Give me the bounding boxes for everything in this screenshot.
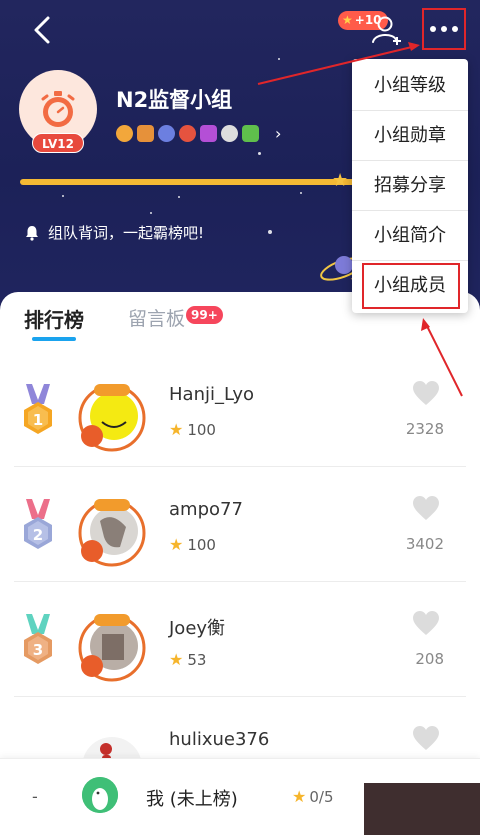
back-arrow-icon[interactable] xyxy=(28,14,58,46)
background-star xyxy=(62,195,64,197)
my-points-value: 0/5 xyxy=(309,787,334,806)
stopwatch-icon xyxy=(41,91,75,127)
member-name: ampo77 xyxy=(169,499,243,520)
bell-icon xyxy=(26,225,38,241)
tab-ranking[interactable]: 排行榜 xyxy=(24,304,84,341)
ranking-panel: 排行榜 留言板 99+ 1 Hanji_Lyo ★ 100 2328 2 amp… xyxy=(0,292,480,835)
my-points: ★ 0/5 xyxy=(292,787,333,806)
member-points-value: 100 xyxy=(187,420,216,439)
avatar[interactable] xyxy=(76,497,146,567)
member-points-value: 100 xyxy=(187,535,216,554)
background-star xyxy=(278,58,280,60)
star-icon: ★ xyxy=(169,650,184,669)
tab-message-board-label: 留言板 xyxy=(128,308,186,330)
background-star xyxy=(300,192,302,194)
heart-icon[interactable] xyxy=(412,610,440,636)
star-icon: ★ xyxy=(169,420,184,439)
rank-number-label: 2 xyxy=(33,526,43,544)
more-options-button[interactable] xyxy=(422,8,466,50)
menu-item-group-intro[interactable]: 小组简介 xyxy=(352,211,468,261)
heart-icon[interactable] xyxy=(412,380,440,406)
tab-ranking-label: 排行榜 xyxy=(24,308,84,332)
list-item[interactable]: 3 Joey衡 ★ 53 208 xyxy=(0,582,480,697)
like-count: 2328 xyxy=(405,420,444,438)
rank-number-label: 3 xyxy=(33,641,43,659)
member-name: Joey衡 xyxy=(169,618,226,639)
avatar[interactable] xyxy=(76,382,146,452)
medal-icon xyxy=(158,125,175,142)
like-count: 3402 xyxy=(405,535,444,553)
member-name: hulixue376 xyxy=(169,729,270,750)
medal-icon xyxy=(179,125,196,142)
avatar[interactable] xyxy=(82,777,118,813)
my-rank-label: - xyxy=(32,787,38,806)
menu-item-recruit-share[interactable]: 招募分享 xyxy=(352,161,468,211)
members-highlight-box xyxy=(362,263,460,309)
heart-icon[interactable] xyxy=(412,725,440,751)
silver-medal-icon: 2 xyxy=(24,499,52,549)
more-dot-icon xyxy=(441,26,447,32)
background-star xyxy=(258,152,261,155)
member-points: ★ 100 xyxy=(169,535,216,554)
menu-item-group-medals[interactable]: 小组勋章 xyxy=(352,111,468,161)
menu-item-group-level[interactable]: 小组等级 xyxy=(352,61,468,111)
medal-list[interactable]: › xyxy=(116,125,281,142)
heart-icon[interactable] xyxy=(412,495,440,521)
rank-number-label: 1 xyxy=(33,411,43,429)
add-user-icon[interactable] xyxy=(370,14,404,46)
member-points: ★ 100 xyxy=(169,420,216,439)
slogan-row: 组队背词，一起霸榜吧! xyxy=(24,222,204,243)
list-item[interactable]: 1 Hanji_Lyo ★ 100 2328 xyxy=(0,352,480,467)
medal-icon xyxy=(137,125,154,142)
group-name: N2监督小组 xyxy=(116,88,233,112)
medal-icon xyxy=(200,125,217,142)
level-badge: LV12 xyxy=(32,133,84,153)
member-name: Hanji_Lyo xyxy=(169,384,255,405)
my-name: 我 (未上榜) xyxy=(146,789,238,810)
chevron-right-icon: › xyxy=(275,124,282,143)
more-dot-icon xyxy=(430,26,436,32)
star-icon: ★ xyxy=(342,13,353,27)
bronze-medal-icon: 3 xyxy=(24,614,52,664)
overlay-corner-block xyxy=(364,783,480,835)
member-points: ★ 53 xyxy=(169,650,206,669)
more-dot-icon xyxy=(452,26,458,32)
tab-bar: 排行榜 留言板 99+ xyxy=(24,304,223,341)
avatar-illustration xyxy=(82,777,118,813)
list-item[interactable]: 2 ampo77 ★ 100 3402 xyxy=(0,467,480,582)
level-progress-bar xyxy=(20,179,360,185)
avatar[interactable] xyxy=(76,612,146,682)
medal-icon xyxy=(242,125,259,142)
background-star xyxy=(150,212,152,214)
like-count: 208 xyxy=(415,650,444,668)
gold-medal-icon: 1 xyxy=(24,384,52,434)
background-star xyxy=(268,230,272,234)
progress-star-icon: ★ xyxy=(332,170,349,191)
medal-icon xyxy=(221,125,238,142)
slogan-text: 组队背词，一起霸榜吧! xyxy=(48,224,205,242)
background-star xyxy=(178,196,180,198)
star-icon: ★ xyxy=(292,787,307,806)
member-points-value: 53 xyxy=(187,650,207,669)
medal-icon xyxy=(116,125,133,142)
message-count-badge: 99+ xyxy=(186,306,223,324)
star-icon: ★ xyxy=(169,535,184,554)
tab-message-board[interactable]: 留言板 99+ xyxy=(128,304,223,331)
active-tab-indicator xyxy=(32,337,76,341)
